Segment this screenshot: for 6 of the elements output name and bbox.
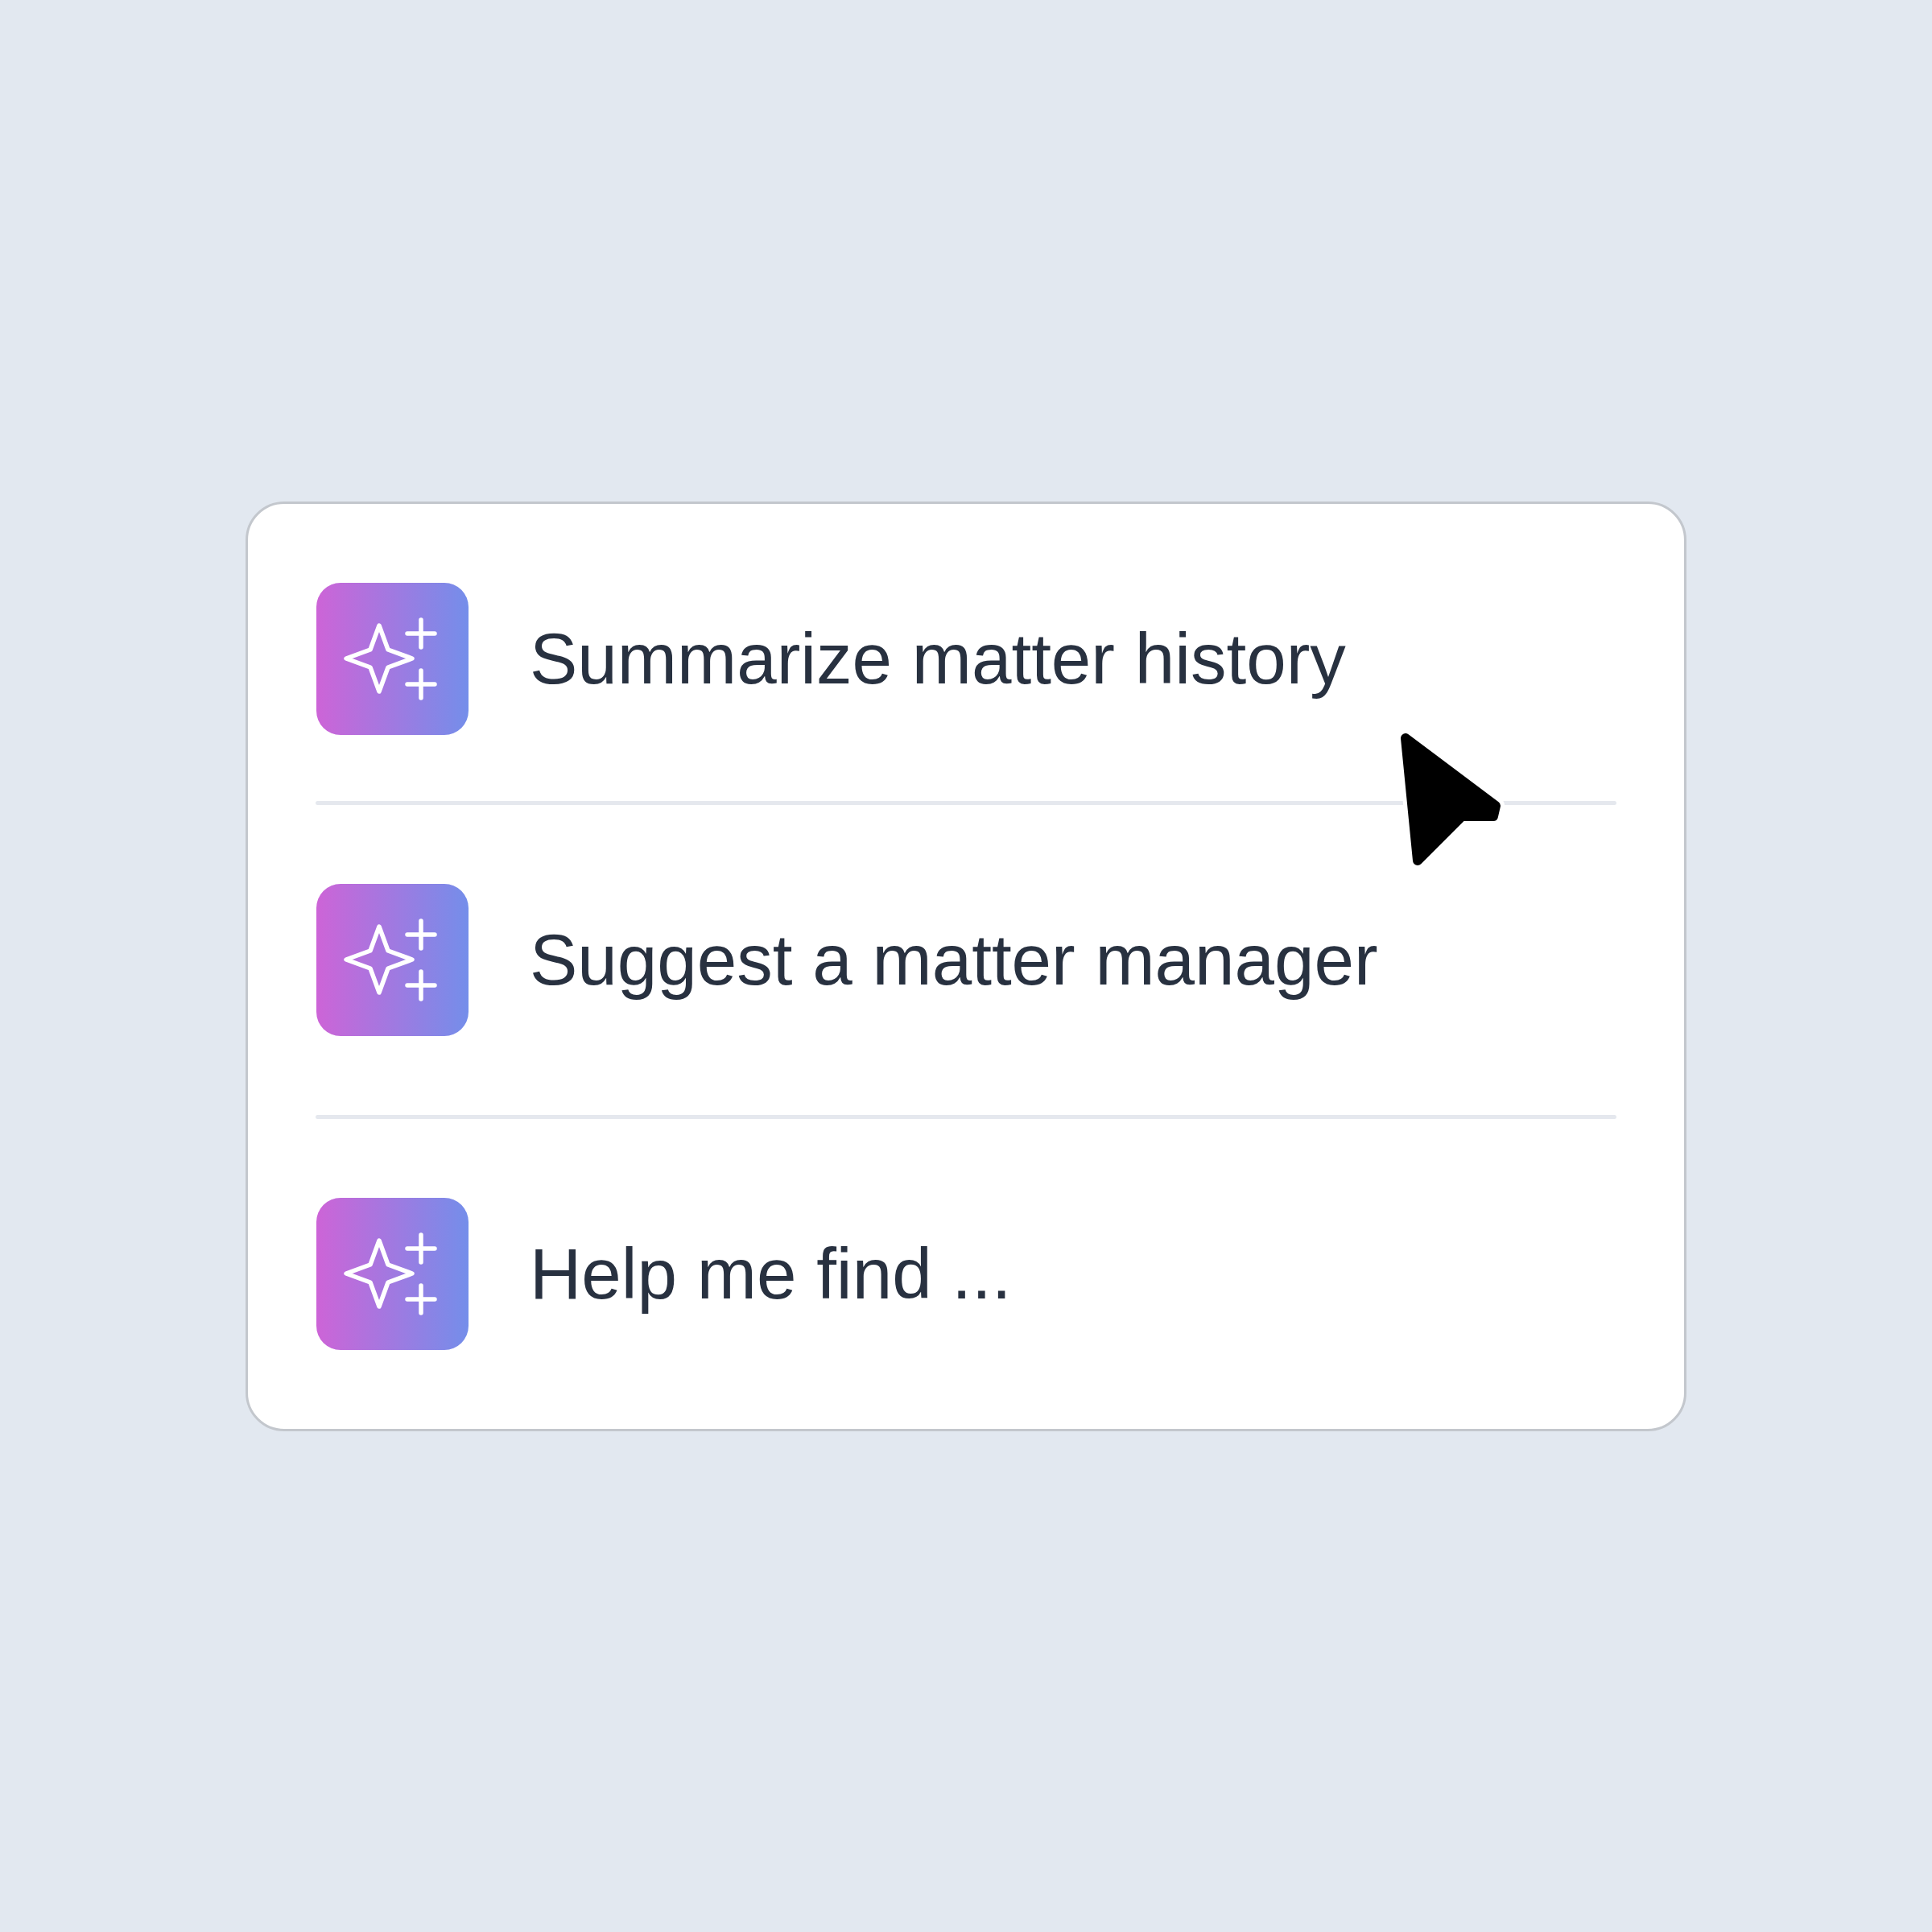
sparkle-icon xyxy=(316,1197,469,1350)
suggestion-text[interactable]: Suggest a matter manager xyxy=(530,918,1378,1001)
sparkle-icon xyxy=(316,883,469,1036)
suggestion-text[interactable]: Help me find ... xyxy=(530,1232,1012,1315)
sparkle-icon xyxy=(316,582,469,735)
suggestion-text[interactable]: Summarize matter history xyxy=(530,617,1346,700)
